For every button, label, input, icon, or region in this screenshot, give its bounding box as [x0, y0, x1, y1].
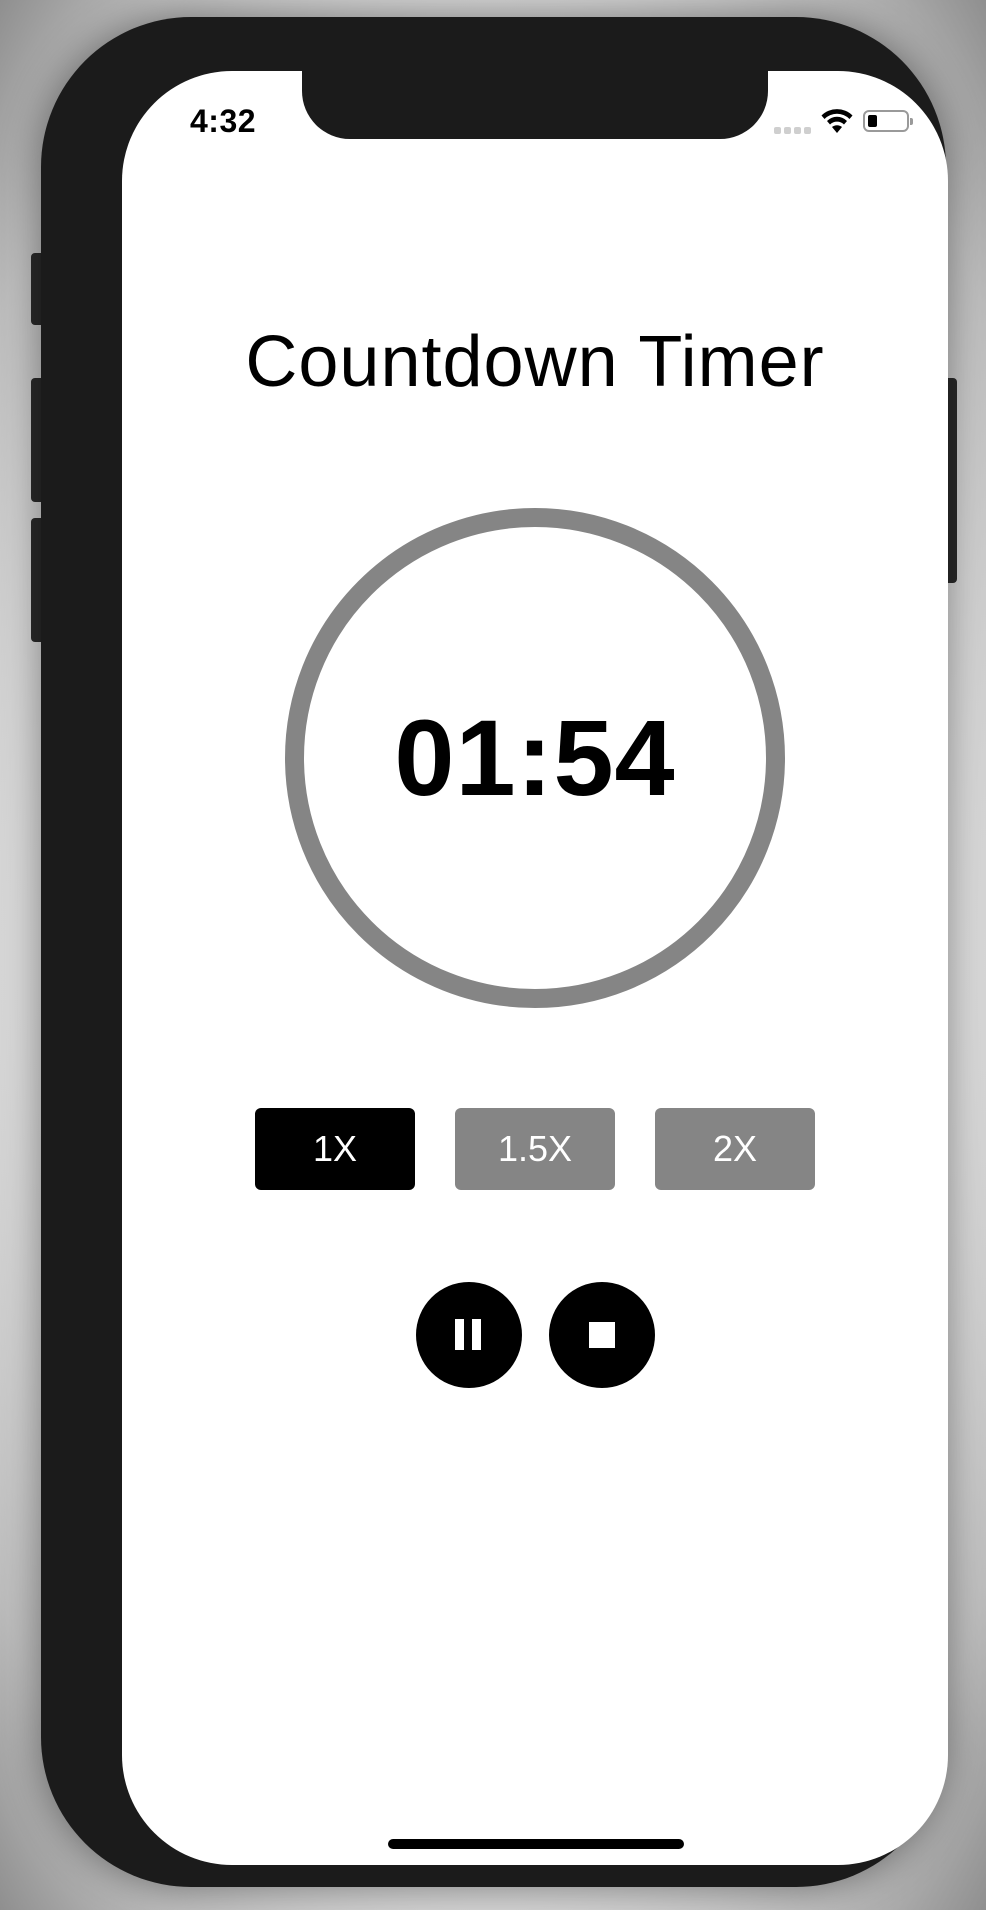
speed-2x-button[interactable]: 2X [655, 1108, 815, 1190]
battery-level [868, 115, 877, 127]
pause-icon [455, 1319, 464, 1350]
stop-button[interactable] [549, 1282, 655, 1388]
timer-ring: 01:54 [285, 508, 785, 1008]
page-title: Countdown Timer [245, 322, 825, 402]
battery-icon [863, 110, 913, 132]
stop-icon [589, 1322, 615, 1348]
timer-display: 01:54 [394, 697, 676, 818]
pause-icon [472, 1319, 481, 1350]
wifi-icon [821, 109, 853, 133]
speed-1x-button[interactable]: 1X [255, 1108, 415, 1190]
pause-button[interactable] [416, 1282, 522, 1388]
home-indicator [388, 1839, 684, 1849]
phone-screen: 4:32 Countdown Timer 01:54 1X 1.5X 2X [122, 71, 948, 1865]
notch [302, 71, 768, 139]
cellular-signal-icon [774, 127, 811, 134]
status-time: 4:32 [190, 103, 257, 139]
speed-1-5x-button[interactable]: 1.5X [455, 1108, 615, 1190]
phone-frame: 4:32 Countdown Timer 01:54 1X 1.5X 2X [41, 17, 948, 1887]
